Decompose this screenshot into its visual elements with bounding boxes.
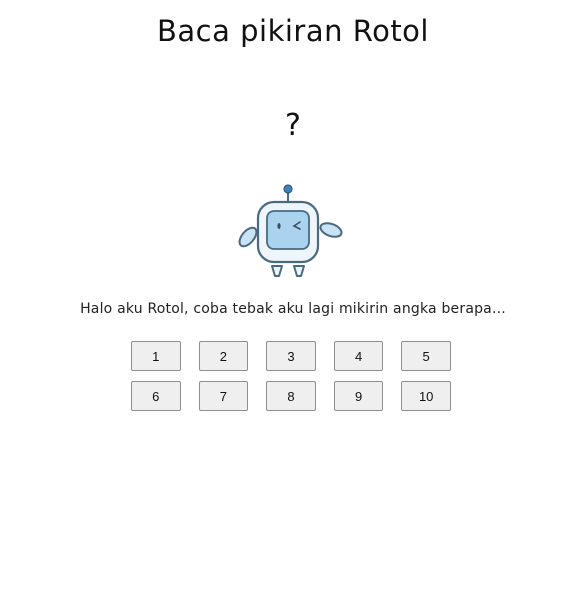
robot-message: Halo aku Rotol, coba tebak aku lagi miki… bbox=[80, 301, 506, 317]
number-button-4[interactable]: 4 bbox=[333, 341, 384, 371]
number-row-1: 1 2 3 4 5 bbox=[131, 341, 451, 371]
number-button-2[interactable]: 2 bbox=[198, 341, 249, 371]
robot-mascot bbox=[230, 180, 350, 282]
number-button-6[interactable]: 6 bbox=[131, 381, 181, 411]
number-button-8[interactable]: 8 bbox=[266, 381, 316, 411]
number-button-3[interactable]: 3 bbox=[266, 341, 316, 371]
number-row-2: 6 7 8 9 10 bbox=[131, 381, 451, 411]
robot-winking-icon bbox=[238, 184, 343, 277]
number-button-5[interactable]: 5 bbox=[401, 341, 451, 371]
number-button-9[interactable]: 9 bbox=[333, 381, 384, 411]
number-button-1[interactable]: 1 bbox=[131, 341, 181, 371]
guess-display: ? bbox=[285, 108, 301, 143]
number-button-grid: 1 2 3 4 5 6 7 8 9 10 bbox=[131, 341, 451, 421]
page-title: Baca pikiran Rotol bbox=[157, 14, 429, 48]
number-button-7[interactable]: 7 bbox=[198, 381, 249, 411]
number-button-10[interactable]: 10 bbox=[401, 381, 451, 411]
